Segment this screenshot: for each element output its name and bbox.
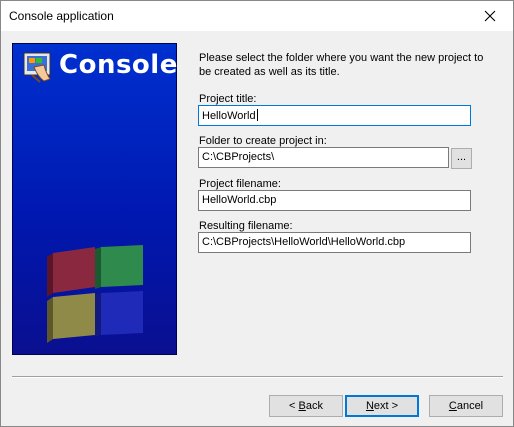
resulting-filename-label: Resulting filename:	[199, 220, 293, 232]
project-filename-input[interactable]: HelloWorld.cbp	[198, 190, 471, 211]
next-button[interactable]: Next >	[345, 395, 419, 417]
back-button[interactable]: < Back	[269, 395, 343, 417]
back-button-mnemonic: B	[298, 400, 306, 412]
text-caret	[256, 109, 258, 121]
project-filename-label: Project filename:	[199, 178, 281, 190]
back-button-arrow: <	[289, 400, 299, 412]
intro-text: Please select the folder where you want …	[199, 52, 484, 78]
resulting-filename-field[interactable]: C:\CBProjects\HelloWorld\HelloWorld.cbp	[198, 232, 471, 253]
wizard-banner: Console	[12, 43, 177, 355]
title-bar: Console application	[1, 1, 513, 31]
folder-input[interactable]: C:\CBProjects\	[198, 147, 449, 168]
close-icon	[484, 10, 496, 22]
console-app-icon	[23, 52, 51, 83]
next-button-mnemonic: N	[365, 400, 374, 412]
project-title-value: HelloWorld	[202, 110, 256, 122]
banner-title: Console	[59, 50, 178, 80]
next-button-label: ext	[373, 400, 389, 412]
cancel-button[interactable]: Cancel	[429, 395, 503, 417]
browse-folder-button[interactable]: ...	[451, 148, 472, 169]
cubes-logo-icon	[47, 245, 143, 343]
cancel-button-mnemonic: C	[448, 400, 457, 412]
divider	[12, 376, 503, 378]
project-title-label: Project title:	[199, 93, 257, 105]
cancel-button-label: ancel	[456, 400, 484, 412]
console-application-dialog: Console application Console Please selec…	[0, 0, 514, 427]
project-title-input[interactable]: HelloWorld	[198, 105, 471, 126]
close-button[interactable]	[467, 1, 513, 31]
back-button-label: ack	[305, 400, 323, 412]
window-title: Console application	[9, 9, 114, 23]
next-button-arrow: >	[388, 400, 399, 412]
folder-label: Folder to create project in:	[199, 135, 327, 147]
